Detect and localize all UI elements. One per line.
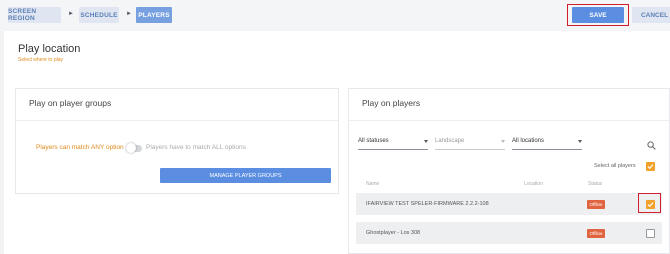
breadcrumb-schedule[interactable]: SCHEDULE xyxy=(79,7,119,23)
match-any-label: Players can match ANY option xyxy=(36,144,124,151)
player-name: IFAIRVIEW TEST SPELER-FIRMWARE 2.2.2-108 xyxy=(366,201,489,207)
orientation-filter-value: Landscape xyxy=(435,138,465,144)
status-filter-select[interactable]: All statuses xyxy=(358,138,428,150)
check-icon xyxy=(647,164,654,170)
page-subtitle: Select where to play xyxy=(18,57,64,63)
breadcrumb-separator: ► xyxy=(68,11,74,17)
players-title: Play on players xyxy=(362,98,421,108)
card-divider xyxy=(349,120,670,121)
select-all-checkbox[interactable] xyxy=(646,162,655,171)
location-filter-select[interactable]: All locations xyxy=(512,138,582,150)
match-all-label: Players have to match ALL options xyxy=(146,144,246,151)
page-title: Play location xyxy=(18,43,81,55)
status-filter-value: All statuses xyxy=(358,138,389,144)
breadcrumb-screen-region[interactable]: SCREEN REGION xyxy=(8,7,61,23)
select-all-label: Select all players xyxy=(594,163,636,169)
player-groups-title: Play on player groups xyxy=(29,98,112,108)
chevron-down-icon xyxy=(424,140,428,143)
search-icon[interactable] xyxy=(647,141,656,150)
status-badge: Offline xyxy=(587,229,605,238)
column-header-location: Location xyxy=(524,181,543,187)
orientation-filter-select[interactable]: Landscape xyxy=(435,138,505,150)
toggle-knob[interactable] xyxy=(126,143,136,153)
checkbox-highlight-box xyxy=(638,193,661,213)
player-row-checkbox[interactable] xyxy=(646,229,655,238)
breadcrumb-players[interactable]: PLAYERS xyxy=(136,7,172,23)
location-filter-value: All locations xyxy=(512,138,545,144)
cancel-button[interactable]: CANCEL xyxy=(632,7,670,23)
player-name: Ghostplayer - Los 308 xyxy=(366,230,421,236)
breadcrumb-separator: ► xyxy=(126,11,132,17)
chevron-down-icon xyxy=(578,140,582,143)
save-highlight-box xyxy=(567,4,629,26)
column-header-status: Status xyxy=(588,181,603,187)
status-badge: Offline xyxy=(587,200,605,209)
column-header-name: Name xyxy=(366,181,380,187)
manage-player-groups-button[interactable]: MANAGE PLAYER GROUPS xyxy=(160,168,331,183)
card-divider xyxy=(16,120,338,121)
chevron-down-icon xyxy=(501,140,505,143)
